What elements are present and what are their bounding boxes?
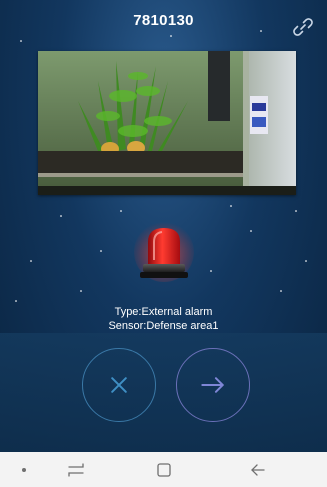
recent-apps-icon	[68, 462, 84, 477]
back-icon	[251, 463, 265, 476]
home-icon	[157, 462, 171, 477]
alarm-sensor-text: Sensor:Defense area1	[108, 320, 219, 332]
action-panel	[0, 333, 327, 452]
link-icon[interactable]	[290, 14, 316, 40]
aquarium-image	[38, 51, 296, 195]
alarm-info: Type:External alarm Sensor:Defense area1	[0, 305, 327, 333]
system-nav-bar	[0, 452, 327, 487]
alarm-type-text: Type:External alarm	[114, 306, 213, 318]
nav-back[interactable]	[238, 452, 278, 487]
camera-feed[interactable]	[38, 51, 296, 195]
device-id-title: 7810130	[133, 12, 194, 29]
nav-recent-apps[interactable]	[56, 452, 96, 487]
alarm-screen: 7810130 Type:External alarm Sensor:Defen…	[0, 0, 327, 487]
nav-home[interactable]	[144, 452, 184, 487]
view-live-button[interactable]	[176, 348, 250, 422]
dot-icon	[22, 467, 26, 472]
alarm-siren-icon	[134, 222, 194, 282]
dismiss-button[interactable]	[82, 348, 156, 422]
close-icon	[111, 377, 127, 393]
arrow-right-icon	[201, 377, 224, 393]
nav-dot[interactable]	[4, 452, 44, 487]
